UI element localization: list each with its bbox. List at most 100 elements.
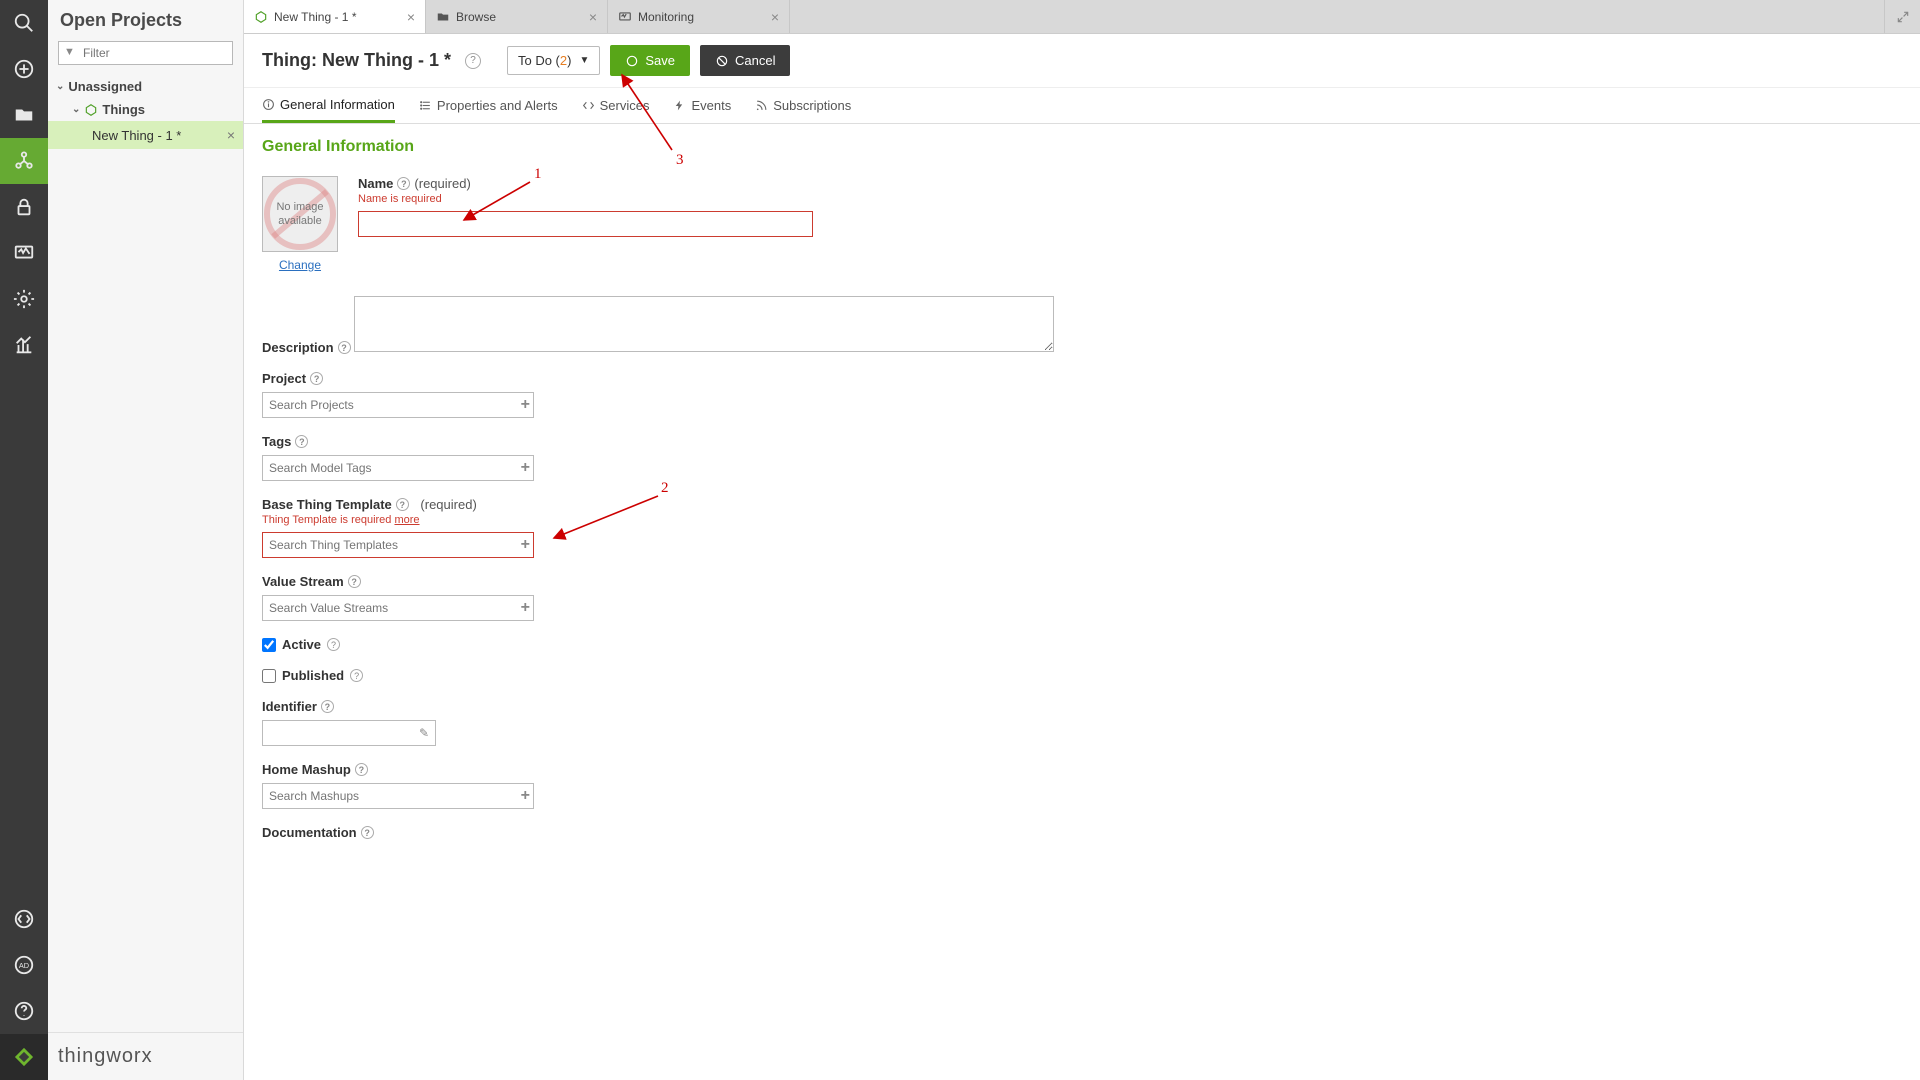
name-error: Name is required (358, 193, 1902, 205)
subtab-services[interactable]: Services (582, 88, 650, 123)
help-icon[interactable]: ? (355, 763, 368, 776)
tree-sub-things[interactable]: ⌄Things (48, 98, 243, 121)
hexagon-icon (254, 10, 268, 24)
tab-browse[interactable]: Browse × (426, 0, 608, 33)
section-title: General Information (262, 138, 1902, 156)
nav-settings-icon[interactable] (0, 276, 48, 322)
sidebar-filter[interactable]: ▼ (58, 41, 233, 65)
nav-analytics-icon[interactable] (0, 322, 48, 368)
subtab-properties[interactable]: Properties and Alerts (419, 88, 558, 123)
info-icon (262, 98, 275, 111)
published-checkbox[interactable] (262, 669, 276, 683)
help-icon[interactable]: ? (321, 700, 334, 713)
help-icon[interactable]: ? (348, 575, 361, 588)
vertical-nav: AD (0, 0, 48, 1080)
help-icon[interactable]: ? (338, 341, 351, 354)
header-row: Thing: New Thing - 1 * ? To Do (2) ▼ Sav… (244, 34, 1920, 88)
subtab-events[interactable]: Events (673, 88, 731, 123)
filter-input[interactable] (58, 41, 233, 65)
description-input[interactable] (354, 296, 1054, 352)
filter-icon: ▼ (64, 46, 75, 58)
help-icon[interactable]: ? (397, 177, 410, 190)
plus-icon[interactable]: + (521, 599, 530, 617)
help-icon[interactable]: ? (295, 435, 308, 448)
name-label: Name?(required) (358, 176, 471, 191)
identifier-label: Identifier? (262, 699, 334, 714)
close-icon[interactable]: × (589, 9, 597, 25)
nav-add-icon[interactable] (0, 46, 48, 92)
nav-model-icon[interactable] (0, 138, 48, 184)
nav-monitoring-icon[interactable] (0, 230, 48, 276)
help-icon[interactable]: ? (310, 372, 323, 385)
main-area: New Thing - 1 * × Browse × Monitoring × … (244, 0, 1920, 1080)
nav-ad-icon[interactable]: AD (0, 942, 48, 988)
subtab-general[interactable]: General Information (262, 88, 395, 123)
home-mashup-label: Home Mashup? (262, 762, 368, 777)
project-label: Project? (262, 371, 323, 386)
description-label: Description? (262, 340, 351, 355)
help-icon[interactable]: ? (350, 669, 363, 682)
tags-label: Tags? (262, 434, 308, 449)
save-button[interactable]: Save (610, 45, 690, 76)
documentation-label: Documentation? (262, 825, 374, 840)
sidebar-footer: thingworx (48, 1032, 243, 1080)
hexagon-icon (84, 103, 98, 117)
identifier-input[interactable]: ✎ (262, 720, 436, 746)
help-icon[interactable]: ? (396, 498, 409, 511)
pencil-icon[interactable]: ✎ (419, 726, 429, 740)
plus-icon[interactable]: + (521, 396, 530, 414)
close-icon[interactable]: × (227, 127, 235, 143)
cancel-icon (715, 54, 729, 68)
name-input[interactable] (358, 211, 813, 237)
sub-tabs: General Information Properties and Alert… (244, 88, 1920, 124)
home-mashup-combo[interactable]: + (262, 783, 534, 809)
change-image-link[interactable]: Change (279, 258, 321, 272)
nav-import-icon[interactable] (0, 896, 48, 942)
more-link[interactable]: more (394, 514, 419, 526)
code-icon (582, 99, 595, 112)
nav-search-icon[interactable] (0, 0, 48, 46)
chevron-down-icon: ▼ (579, 55, 589, 66)
tree-leaf-new-thing[interactable]: New Thing - 1 * × (48, 121, 243, 149)
subtab-subscriptions[interactable]: Subscriptions (755, 88, 851, 123)
plus-icon[interactable]: + (521, 536, 530, 554)
nav-brand-icon[interactable] (0, 1034, 48, 1080)
nav-browse-icon[interactable] (0, 92, 48, 138)
avatar-placeholder: No image available (262, 176, 338, 252)
sidebar: Open Projects ▼ ⌄Unassigned ⌄Things New … (48, 0, 244, 1080)
nav-help-icon[interactable] (0, 988, 48, 1034)
help-icon[interactable]: ? (465, 53, 481, 69)
expand-icon[interactable] (1884, 0, 1920, 33)
help-icon[interactable]: ? (327, 638, 340, 651)
plus-icon[interactable]: + (521, 787, 530, 805)
help-icon[interactable]: ? (361, 826, 374, 839)
active-checkbox[interactable] (262, 638, 276, 652)
value-stream-combo[interactable]: + (262, 595, 534, 621)
base-template-error: Thing Template is required more (262, 514, 1902, 526)
value-stream-label: Value Stream? (262, 574, 361, 589)
plus-icon[interactable]: + (521, 459, 530, 477)
sidebar-tree: ⌄Unassigned ⌄Things New Thing - 1 * × (48, 73, 243, 1032)
tab-new-thing[interactable]: New Thing - 1 * × (244, 0, 426, 33)
folder-icon (436, 10, 450, 24)
bolt-icon (673, 99, 686, 112)
active-row[interactable]: Active ? (262, 637, 1902, 652)
content: General Information No image available C… (244, 124, 1920, 1080)
sidebar-title: Open Projects (60, 10, 231, 31)
nav-security-icon[interactable] (0, 184, 48, 230)
tree-group-unassigned[interactable]: ⌄Unassigned (48, 75, 243, 98)
project-combo[interactable]: + (262, 392, 534, 418)
base-template-combo[interactable]: + (262, 532, 534, 558)
published-row[interactable]: Published ? (262, 668, 1902, 683)
save-circle-icon (625, 54, 639, 68)
chevron-down-icon: ⌄ (56, 81, 64, 92)
close-icon[interactable]: × (771, 9, 779, 25)
rss-icon (755, 99, 768, 112)
tags-combo[interactable]: + (262, 455, 534, 481)
close-icon[interactable]: × (407, 9, 415, 25)
brand-text: thingworx (58, 1045, 153, 1068)
tab-monitoring[interactable]: Monitoring × (608, 0, 790, 33)
cancel-button[interactable]: Cancel (700, 45, 790, 76)
list-icon (419, 99, 432, 112)
todo-dropdown[interactable]: To Do (2) ▼ (507, 46, 600, 75)
